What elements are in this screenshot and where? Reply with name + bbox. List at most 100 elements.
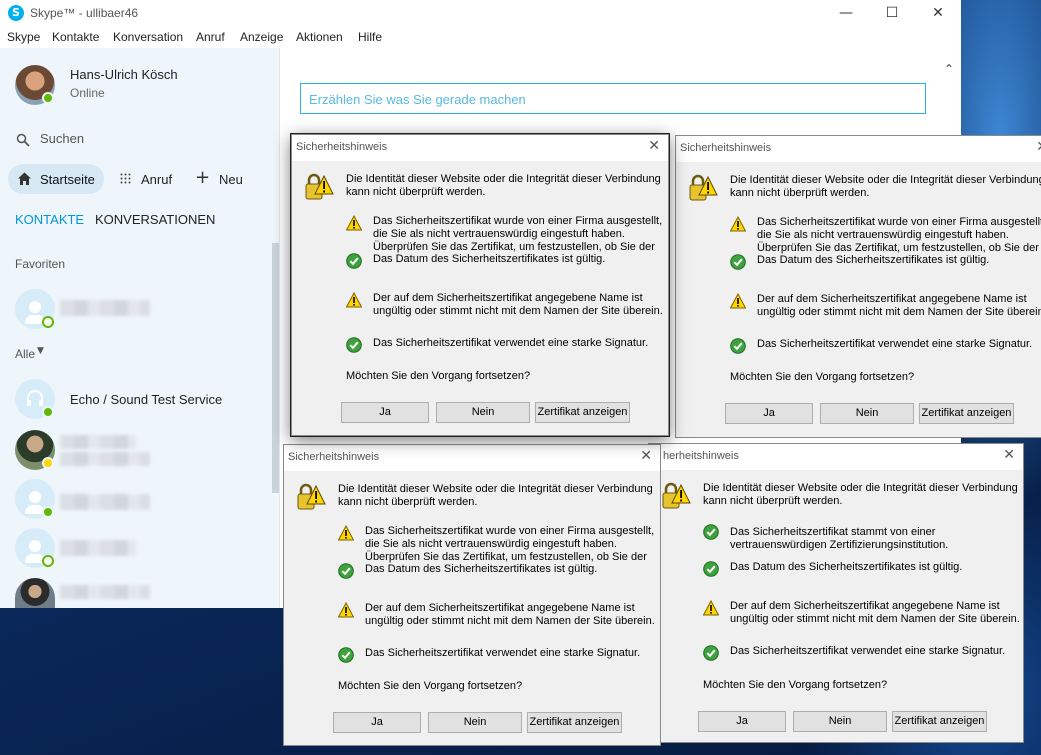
online-status-icon: [42, 506, 54, 518]
dialog-item-line: Das Datum des Sicherheitszertifikates is…: [730, 561, 963, 573]
search-icon: [16, 133, 30, 147]
no-button[interactable]: Nein: [820, 403, 914, 424]
dialog-intro-line: Die Identität dieser Website oder die In…: [730, 174, 1041, 186]
check-icon: [338, 647, 354, 663]
all-heading[interactable]: Alle: [15, 347, 35, 361]
tab-contacts[interactable]: KONTAKTE: [15, 212, 84, 227]
dialog-intro-line: Die Identität dieser Website oder die In…: [703, 482, 1018, 494]
security-dialog-2: Sicherheitshinweis ✕ Die Identität diese…: [675, 135, 1041, 438]
dialog-item-line: Das Sicherheitszertifikat wurde von eine…: [373, 215, 663, 227]
menu-konversation[interactable]: Konversation: [113, 30, 183, 44]
dialog-item-line: Das Sicherheitszertifikat wurde von eine…: [757, 216, 1041, 228]
dialog-title: Sicherheitshinweis: [296, 141, 388, 153]
view-certificate-button[interactable]: Zertifikat anzeigen: [535, 402, 630, 423]
menu-skype[interactable]: Skype: [7, 30, 40, 44]
warning-icon: [337, 524, 355, 541]
dialog-item-line: vertrauenswürdigen Zertifizierungsinstit…: [730, 539, 949, 551]
yes-button[interactable]: Ja: [725, 403, 813, 424]
menu-hilfe[interactable]: Hilfe: [358, 30, 382, 44]
warning-icon: [702, 599, 720, 616]
skype-logo-icon: S: [8, 5, 24, 21]
maximize-button[interactable]: ☐: [869, 2, 915, 24]
view-certificate-button[interactable]: Zertifikat anzeigen: [527, 712, 622, 733]
scroll-up-button[interactable]: ⌃: [944, 62, 954, 76]
blurred-contact-name[interactable]: [60, 540, 136, 556]
dialog-intro-line: Die Identität dieser Website oder die In…: [346, 173, 661, 185]
dialog-item-line: die Sie als nicht vertrauenswürdig einge…: [365, 538, 617, 550]
warning-icon: [345, 214, 363, 231]
yes-button[interactable]: Ja: [341, 402, 429, 423]
menu-kontakte[interactable]: Kontakte: [52, 30, 99, 44]
dialog-item-line: Das Sicherheitszertifikat wurde von eine…: [365, 525, 655, 537]
dialog-item-line: Der auf dem Sicherheitszertifikat angege…: [730, 600, 1000, 612]
check-icon: [730, 338, 746, 354]
sidebar-scrollbar[interactable]: [272, 243, 279, 493]
mood-message-input[interactable]: Erzählen Sie was Sie gerade machen: [300, 83, 926, 114]
profile-name[interactable]: Hans-Ulrich Kösch: [70, 67, 178, 82]
dialog-item-line: ungültig oder stimmt nicht mit dem Namen…: [757, 306, 1041, 318]
dialog-item-line: Das Sicherheitszertifikat verwendet eine…: [365, 647, 641, 659]
close-icon[interactable]: ✕: [648, 138, 660, 154]
close-icon[interactable]: ✕: [1003, 447, 1015, 463]
dialog-question: Möchten Sie den Vorgang fortsetzen?: [730, 371, 915, 383]
profile-status[interactable]: Online: [70, 86, 105, 100]
view-certificate-button[interactable]: Zertifikat anzeigen: [919, 403, 1014, 424]
blurred-contact-name[interactable]: [60, 585, 150, 599]
online-status-icon: [42, 92, 54, 104]
search-input[interactable]: Suchen: [40, 131, 84, 146]
dialog-item-line: die Sie als nicht vertrauenswürdig einge…: [757, 229, 1009, 241]
new-button[interactable]: Neu: [219, 172, 243, 187]
security-dialog-4: herheitshinweis ✕ Die Identität dieser W…: [648, 443, 1024, 743]
dialog-item-line: Der auf dem Sicherheitszertifikat angege…: [365, 602, 635, 614]
menu-anruf[interactable]: Anruf: [196, 30, 225, 44]
dialog-intro-line: kann nicht überprüft werden.: [703, 495, 843, 507]
close-button[interactable]: ✕: [915, 2, 961, 24]
dialog-item-line: Das Sicherheitszertifikat verwendet eine…: [730, 645, 1006, 657]
dialog-item-line: Das Sicherheitszertifikat verwendet eine…: [373, 337, 649, 349]
home-button[interactable]: Startseite: [8, 164, 104, 194]
favorites-heading: Favoriten: [15, 257, 66, 271]
blurred-contact-status: [60, 452, 150, 466]
menu-aktionen[interactable]: Aktionen: [296, 30, 343, 44]
dialog-item-line: ungültig oder stimmt nicht mit dem Namen…: [365, 615, 655, 627]
blurred-contact-name[interactable]: [60, 494, 150, 510]
warning-icon: [729, 292, 747, 309]
echo-contact-name[interactable]: Echo / Sound Test Service: [70, 392, 222, 407]
contact-avatar[interactable]: [15, 578, 55, 608]
plus-icon: +: [195, 167, 211, 188]
dialog-intro-line: kann nicht überprüft werden.: [338, 496, 478, 508]
view-certificate-button[interactable]: Zertifikat anzeigen: [892, 711, 987, 732]
dialog-title: herheitshinweis: [663, 450, 739, 462]
dialog-item-line: Der auf dem Sicherheitszertifikat angege…: [757, 293, 1027, 305]
dialog-intro-line: kann nicht überprüft werden.: [730, 187, 870, 199]
yes-button[interactable]: Ja: [333, 712, 421, 733]
close-icon[interactable]: ✕: [640, 448, 652, 464]
dialog-item-line: Das Sicherheitszertifikat stammt von ein…: [730, 526, 936, 538]
security-dialog-1: Sicherheitshinweis ✕ Die Identität diese…: [291, 134, 669, 436]
dialog-question: Möchten Sie den Vorgang fortsetzen?: [338, 680, 523, 692]
blurred-contact-name[interactable]: [60, 300, 150, 316]
no-button[interactable]: Nein: [428, 712, 522, 733]
dialog-title-bar: herheitshinweis ✕: [649, 444, 1023, 470]
minimize-button[interactable]: —: [823, 2, 869, 24]
no-button[interactable]: Nein: [793, 711, 887, 732]
blurred-contact-name[interactable]: [60, 435, 136, 449]
warning-icon: [337, 601, 355, 618]
menu-anzeige[interactable]: Anzeige: [240, 30, 283, 44]
dialog-intro-line: kann nicht überprüft werden.: [346, 186, 486, 198]
close-icon[interactable]: ✕: [1036, 139, 1041, 155]
title-bar: S Skype™ - ullibaer46 — ☐ ✕: [0, 0, 961, 26]
call-button[interactable]: Anruf: [141, 172, 172, 187]
home-label: Startseite: [40, 172, 95, 187]
dialog-title: Sicherheitshinweis: [680, 142, 772, 154]
online-status-icon: [42, 406, 54, 418]
check-icon: [346, 337, 362, 353]
security-lock-warning-icon: [304, 172, 334, 202]
chevron-down-icon[interactable]: ▼: [37, 346, 44, 356]
no-button[interactable]: Nein: [436, 402, 530, 423]
headset-icon: [27, 390, 43, 406]
check-icon: [703, 524, 719, 540]
tab-conversations[interactable]: KONVERSATIONEN: [95, 212, 215, 227]
yes-button[interactable]: Ja: [698, 711, 786, 732]
dialog-item-line: Der auf dem Sicherheitszertifikat angege…: [373, 292, 643, 304]
